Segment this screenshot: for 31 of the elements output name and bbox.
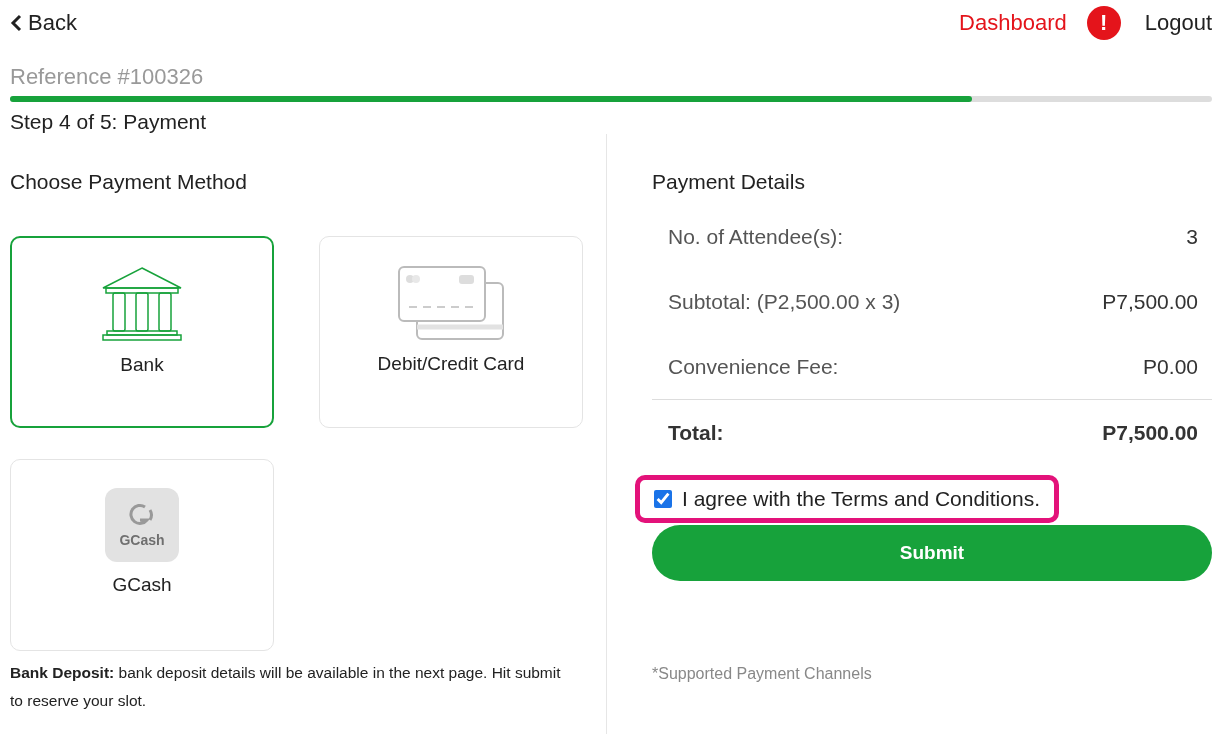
fee-value: P7,500.00	[1102, 289, 1198, 314]
payment-method-card[interactable]: GCash GCash	[10, 459, 274, 651]
fee-label: No. of Attendee(s):	[668, 224, 844, 249]
logout-link[interactable]: Logout	[1144, 10, 1212, 36]
method-label: GCash	[112, 574, 172, 596]
back-link[interactable]: Back	[10, 10, 77, 36]
fee-value: 3	[1186, 224, 1198, 249]
cards-icon	[397, 265, 505, 341]
method-label: Bank	[120, 354, 164, 376]
bank-icon	[101, 266, 183, 342]
section-title: Choose Payment Method	[10, 170, 248, 194]
channels-note: *Supported Payment Channels	[652, 665, 873, 683]
alert-badge: !	[1086, 6, 1121, 40]
section-title: Payment Details	[652, 170, 806, 194]
fee-label: Subtotal: (P2,500.00 x 3)	[668, 289, 901, 314]
reference-number: Reference #100326	[10, 64, 205, 90]
method-label: Debit/Credit Card	[377, 353, 525, 375]
gcash-logo: GCash	[105, 488, 179, 562]
total-value: P7,500.00	[1102, 420, 1198, 445]
terms-label: I agree with the Terms and Conditions.	[682, 487, 1040, 511]
terms-checkbox[interactable]	[654, 490, 672, 508]
dashboard-link[interactable]: Dashboard	[959, 10, 1067, 36]
chevron-left-icon	[10, 14, 22, 32]
method-note: Bank Deposit: bank deposit details will be available in the next page. Hit submit to reserve your slot.	[10, 663, 562, 711]
payment-method-card[interactable]: Debit/Credit Card	[319, 236, 583, 428]
payment-method-card[interactable]: Bank	[10, 236, 274, 428]
step-label: Step 4 of 5: Payment	[10, 110, 208, 134]
fee-value: P0.00	[1143, 354, 1198, 379]
total-label: Total:	[668, 420, 724, 445]
fee-label: Convenience Fee:	[668, 354, 839, 379]
back-label[interactable]: Back	[28, 10, 77, 36]
